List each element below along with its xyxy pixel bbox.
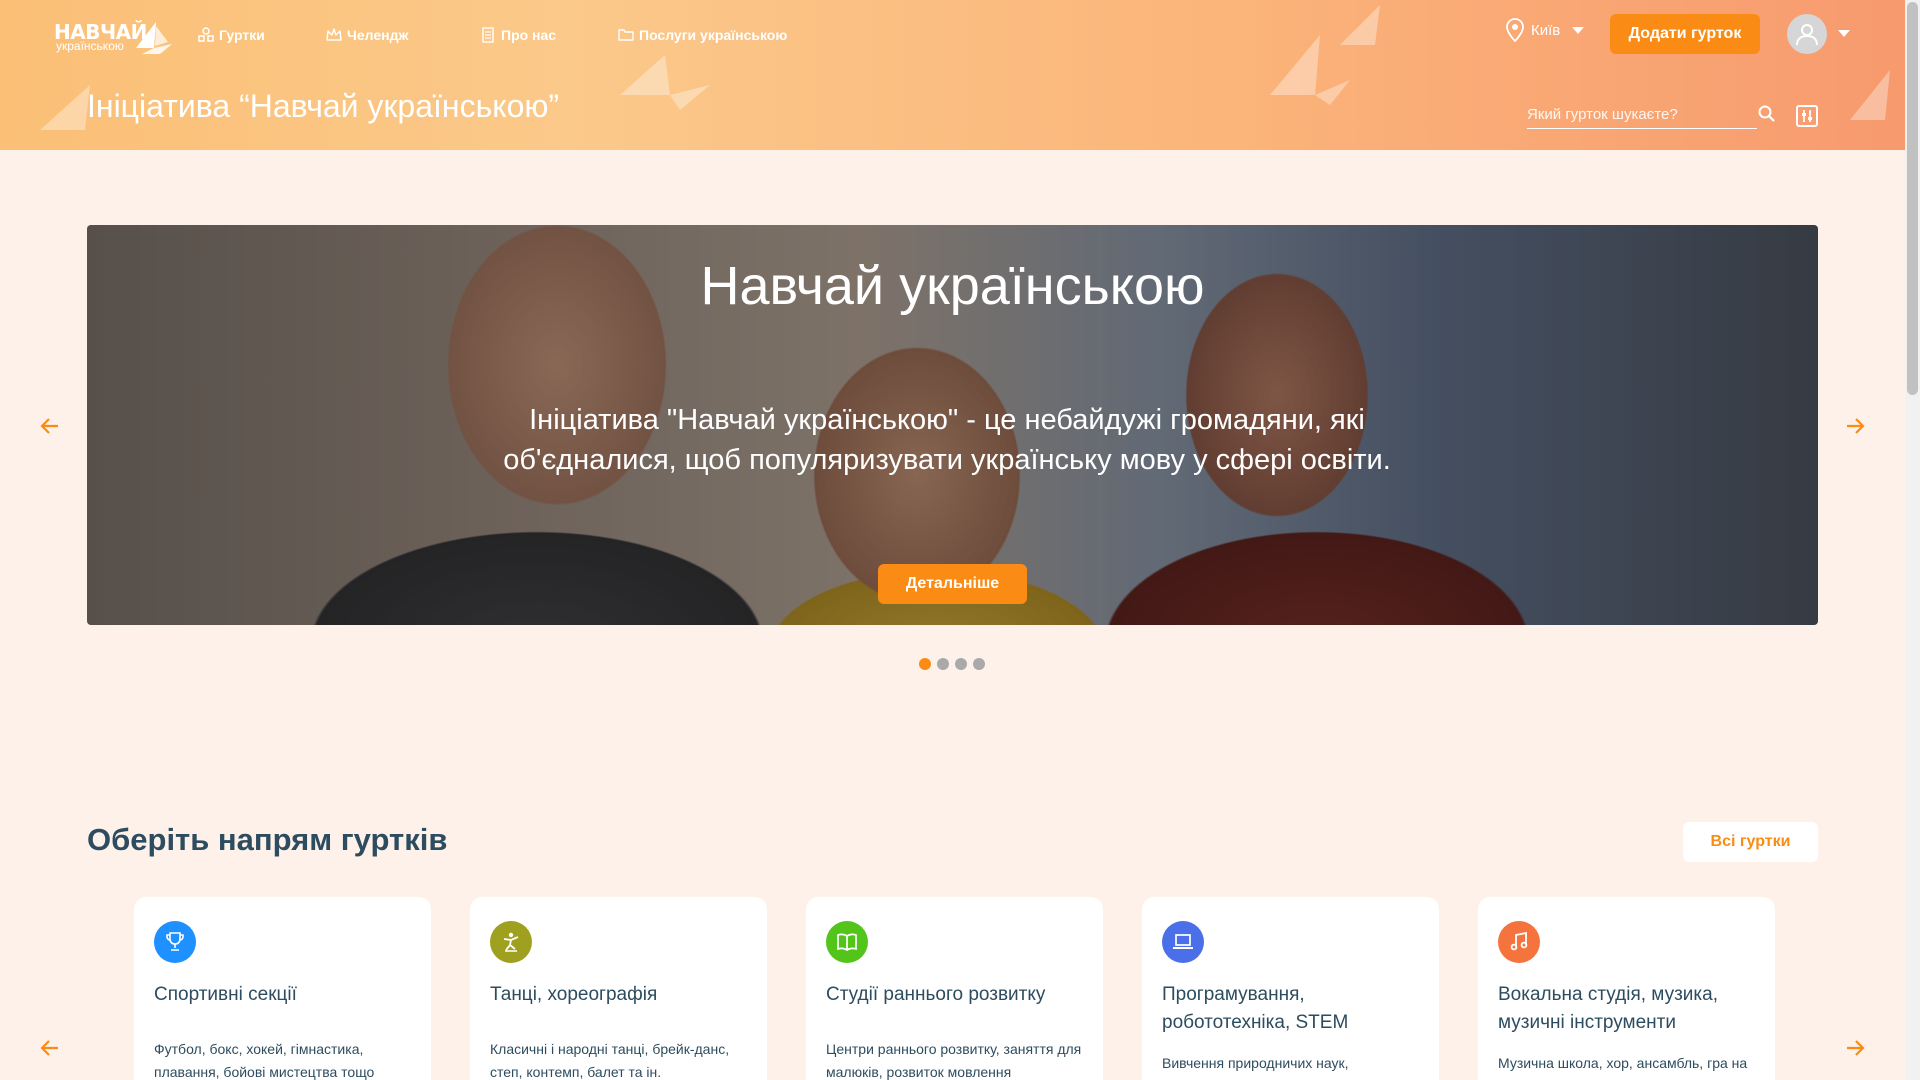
scrollbar-thumb[interactable]	[1907, 2, 1918, 395]
paper-boat-decoration-icon	[1270, 35, 1350, 105]
nav-services[interactable]: Послуги українською	[617, 24, 787, 46]
paper-boat-decoration-icon	[1340, 5, 1380, 45]
carousel-dot-2[interactable]	[937, 658, 949, 670]
scrollbar[interactable]	[1905, 0, 1920, 1080]
category-card-sports[interactable]: Спортивні секції Футбол, бокс, хокей, гі…	[134, 897, 431, 1080]
hero-next-arrow-icon[interactable]	[1843, 414, 1867, 438]
logo[interactable]: НАВЧАЙ українською	[54, 20, 174, 56]
category-description: Вивчення природничих наук,	[1162, 1055, 1349, 1071]
all-clubs-button[interactable]: Всі гуртки	[1683, 822, 1818, 862]
categories-next-arrow-icon[interactable]	[1843, 1036, 1867, 1060]
hero-banner: Навчай українською Ініціатива "Навчай ук…	[87, 225, 1818, 625]
nav-about-label: Про нас	[501, 27, 557, 43]
music-icon	[1498, 921, 1540, 963]
paper-boat-decoration-icon	[620, 55, 710, 110]
category-card-programming[interactable]: Програмування, робототехніка, STEM Вивче…	[1142, 897, 1439, 1080]
add-club-button[interactable]: Додати гурток	[1610, 14, 1760, 54]
nav-challenge-label: Челендж	[347, 27, 409, 43]
folder-icon	[618, 29, 634, 41]
category-title: Вокальна студія, музика, музичні інструм…	[1498, 984, 1718, 1033]
category-description: Футбол, бокс, хокей, гімнастика, плаванн…	[154, 1041, 375, 1080]
hero-prev-arrow-icon[interactable]	[38, 414, 62, 438]
hero-title: Навчай українською	[700, 256, 1205, 316]
chevron-down-icon	[1572, 26, 1585, 34]
nav-clubs-label: Гуртки	[219, 27, 265, 43]
nav-services-label: Послуги українською	[639, 27, 788, 43]
nav-challenge[interactable]: Челендж	[325, 24, 408, 46]
search-input[interactable]	[1527, 101, 1757, 129]
category-description: Класичні і народні танці, брейк-данс, ст…	[490, 1041, 730, 1080]
paper-boat-decoration-icon	[1850, 70, 1890, 120]
user-avatar[interactable]	[1787, 14, 1827, 54]
trophy-icon	[154, 921, 196, 963]
laptop-icon	[1162, 921, 1204, 963]
page-title: Ініціатива “Навчай українською”	[87, 88, 560, 124]
category-card-early-development[interactable]: Студії раннього розвитку Центри раннього…	[806, 897, 1103, 1080]
carousel-dots	[919, 658, 985, 670]
carousel-dot-4[interactable]	[973, 658, 985, 670]
categories-prev-arrow-icon[interactable]	[38, 1036, 62, 1060]
category-card-music[interactable]: Вокальна студія, музика, музичні інструм…	[1478, 897, 1775, 1080]
categories-title: Оберіть напрям гуртків	[87, 822, 448, 857]
city-label: Київ	[1531, 21, 1561, 39]
nav-about[interactable]: Про нас	[479, 24, 556, 46]
category-title: Програмування, робототехніка, STEM	[1162, 984, 1349, 1033]
location-pin-icon	[1506, 18, 1524, 42]
carousel-dot-1[interactable]	[919, 658, 931, 670]
logo-sub-text: українською	[56, 39, 124, 53]
category-description: Музична школа, хор, ансамбль, гра на	[1498, 1055, 1748, 1071]
dancer-icon	[490, 921, 532, 963]
crown-icon	[326, 28, 342, 41]
category-title: Танці, хореографія	[490, 984, 658, 1005]
clubs-icon	[198, 27, 214, 42]
advanced-search-icon[interactable]	[1796, 105, 1818, 127]
paper-boat-logo-icon	[136, 22, 172, 54]
category-description: Центри раннього розвитку, заняття для ма…	[826, 1041, 1082, 1080]
book-icon	[826, 921, 868, 963]
nav-clubs[interactable]: Гуртки	[197, 24, 265, 46]
hero-text: Ініціатива "Навчай українською" - це неб…	[503, 404, 1391, 476]
city-selector[interactable]: Київ	[1505, 18, 1585, 42]
user-menu-chevron-icon[interactable]	[1838, 30, 1850, 37]
details-button[interactable]: Детальніше	[878, 564, 1027, 604]
category-title: Спортивні секції	[154, 984, 297, 1005]
carousel-dot-3[interactable]	[955, 658, 967, 670]
document-icon	[482, 27, 494, 43]
category-title: Студії раннього розвитку	[826, 984, 1046, 1005]
user-icon	[1796, 24, 1818, 46]
category-card-dance[interactable]: Танці, хореографія Класичні і народні та…	[470, 897, 767, 1080]
search-icon[interactable]	[1757, 104, 1777, 124]
